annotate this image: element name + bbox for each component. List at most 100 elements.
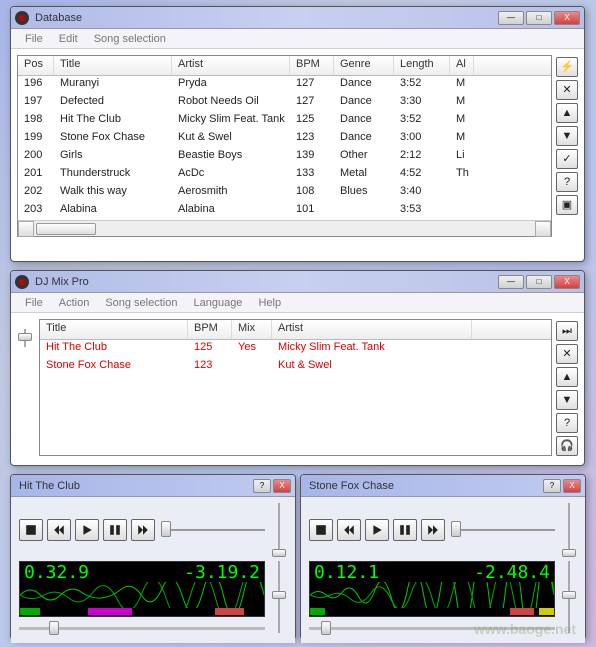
menu-help[interactable]: Help: [250, 295, 289, 311]
move-up-button[interactable]: ▲: [556, 103, 578, 123]
slider-thumb[interactable]: [451, 521, 461, 537]
titlebar[interactable]: Database — □ X: [11, 7, 584, 29]
table-row[interactable]: 198Hit The ClubMicky Slim Feat. Tank125D…: [18, 112, 551, 130]
titlebar[interactable]: Stone Fox Chase ?X: [301, 475, 585, 497]
cell-al: Li: [450, 148, 474, 166]
col-bpm[interactable]: BPM: [188, 320, 232, 339]
help-button[interactable]: ?: [253, 479, 271, 493]
menu-song-selection[interactable]: Song selection: [86, 31, 174, 47]
crossfader-slider[interactable]: [17, 319, 35, 456]
menu-song-selection[interactable]: Song selection: [97, 295, 185, 311]
close-button[interactable]: X: [273, 479, 291, 493]
table-row[interactable]: 199Stone Fox ChaseKut & Swel123Dance3:00…: [18, 130, 551, 148]
cell-title: Defected: [54, 94, 172, 112]
col-mix[interactable]: Mix: [232, 320, 272, 339]
col-pos[interactable]: Pos: [18, 56, 54, 75]
table-row[interactable]: Hit The Club125YesMicky Slim Feat. Tank: [40, 340, 551, 358]
forward-button[interactable]: [421, 519, 445, 541]
col-album[interactable]: Al: [450, 56, 474, 75]
rewind-button[interactable]: [47, 519, 71, 541]
slider-thumb[interactable]: [562, 549, 576, 557]
play-button[interactable]: [365, 519, 389, 541]
minimize-button[interactable]: —: [498, 11, 524, 25]
position-slider[interactable]: [309, 621, 555, 635]
table-row[interactable]: 196MuranyiPryda127Dance3:52M: [18, 76, 551, 94]
pitch-slider[interactable]: [271, 561, 287, 633]
slider-thumb[interactable]: [272, 549, 286, 557]
col-length[interactable]: Length: [394, 56, 450, 75]
close-button[interactable]: X: [554, 11, 580, 25]
tempo-slider[interactable]: [449, 521, 557, 539]
position-slider[interactable]: [19, 621, 265, 635]
rewind-button[interactable]: [337, 519, 361, 541]
play-button[interactable]: [75, 519, 99, 541]
slider-thumb[interactable]: [49, 621, 59, 635]
help-button[interactable]: ?: [556, 413, 578, 433]
delete-button[interactable]: ✕: [556, 80, 578, 100]
col-genre[interactable]: Genre: [334, 56, 394, 75]
table-row[interactable]: 200GirlsBeastie Boys139Other2:12Li: [18, 148, 551, 166]
slider-thumb[interactable]: [321, 621, 331, 635]
move-down-button[interactable]: ▼: [556, 390, 578, 410]
menu-edit[interactable]: Edit: [51, 31, 86, 47]
cell-genre: Blues: [334, 184, 394, 202]
waveform-display[interactable]: 0.32.9 -3.19.2: [19, 561, 265, 617]
cell-artist: Micky Slim Feat. Tank: [172, 112, 290, 130]
segment-bar: [88, 608, 132, 615]
slider-thumb[interactable]: [562, 591, 576, 599]
forward-button[interactable]: [131, 519, 155, 541]
headphone-button[interactable]: 🎧: [556, 436, 578, 456]
menu-file[interactable]: File: [17, 295, 51, 311]
move-down-button[interactable]: ▼: [556, 126, 578, 146]
pitch-slider[interactable]: [561, 561, 577, 633]
next-button[interactable]: ⏭: [556, 321, 578, 341]
titlebar[interactable]: Hit The Club ?X: [11, 475, 295, 497]
pause-button[interactable]: [103, 519, 127, 541]
titlebar[interactable]: DJ Mix Pro — □ X: [11, 271, 584, 293]
slider-thumb[interactable]: [161, 521, 171, 537]
menu-action[interactable]: Action: [51, 295, 98, 311]
stop-button[interactable]: [19, 519, 43, 541]
minimize-button[interactable]: —: [498, 275, 524, 289]
col-artist[interactable]: Artist: [172, 56, 290, 75]
tempo-slider[interactable]: [159, 521, 267, 539]
cell-bpm: 127: [290, 76, 334, 94]
table-row[interactable]: Stone Fox Chase123Kut & Swel: [40, 358, 551, 376]
help-button[interactable]: ?: [543, 479, 561, 493]
check-button[interactable]: ✓: [556, 149, 578, 169]
scrollbar-thumb[interactable]: [36, 223, 96, 235]
cell-title: Walk this way: [54, 184, 172, 202]
close-button[interactable]: X: [563, 479, 581, 493]
maximize-button[interactable]: □: [526, 275, 552, 289]
table-row[interactable]: 202Walk this wayAerosmith108Blues3:40: [18, 184, 551, 202]
table-row[interactable]: 201ThunderstruckAcDc133Metal4:52Th: [18, 166, 551, 184]
select-button[interactable]: ▣: [556, 195, 578, 215]
cell-bpm: 139: [290, 148, 334, 166]
table-row[interactable]: 203AlabinaAlabina1013:53: [18, 202, 551, 220]
menu-language[interactable]: Language: [185, 295, 250, 311]
move-up-button[interactable]: ▲: [556, 367, 578, 387]
waveform-display[interactable]: 0.12.1 -2.48.4: [309, 561, 555, 617]
pause-button[interactable]: [393, 519, 417, 541]
close-button[interactable]: X: [554, 275, 580, 289]
col-title[interactable]: Title: [54, 56, 172, 75]
slider-thumb[interactable]: [272, 591, 286, 599]
cell-al: M: [450, 112, 474, 130]
help-button[interactable]: ?: [556, 172, 578, 192]
table-row[interactable]: 197DefectedRobot Needs Oil127Dance3:30M: [18, 94, 551, 112]
maximize-button[interactable]: □: [526, 11, 552, 25]
horizontal-scrollbar[interactable]: [18, 220, 551, 236]
slider-thumb[interactable]: [18, 333, 32, 341]
col-title[interactable]: Title: [40, 320, 188, 339]
cell-genre: [334, 202, 394, 220]
volume-slider[interactable]: [561, 503, 577, 557]
volume-slider[interactable]: [271, 503, 287, 557]
action-button[interactable]: ⚡: [556, 57, 578, 77]
cell-title: Hit The Club: [40, 340, 188, 358]
col-artist[interactable]: Artist: [272, 320, 472, 339]
delete-button[interactable]: ✕: [556, 344, 578, 364]
col-bpm[interactable]: BPM: [290, 56, 334, 75]
cell-length: 3:00: [394, 130, 450, 148]
menu-file[interactable]: File: [17, 31, 51, 47]
stop-button[interactable]: [309, 519, 333, 541]
